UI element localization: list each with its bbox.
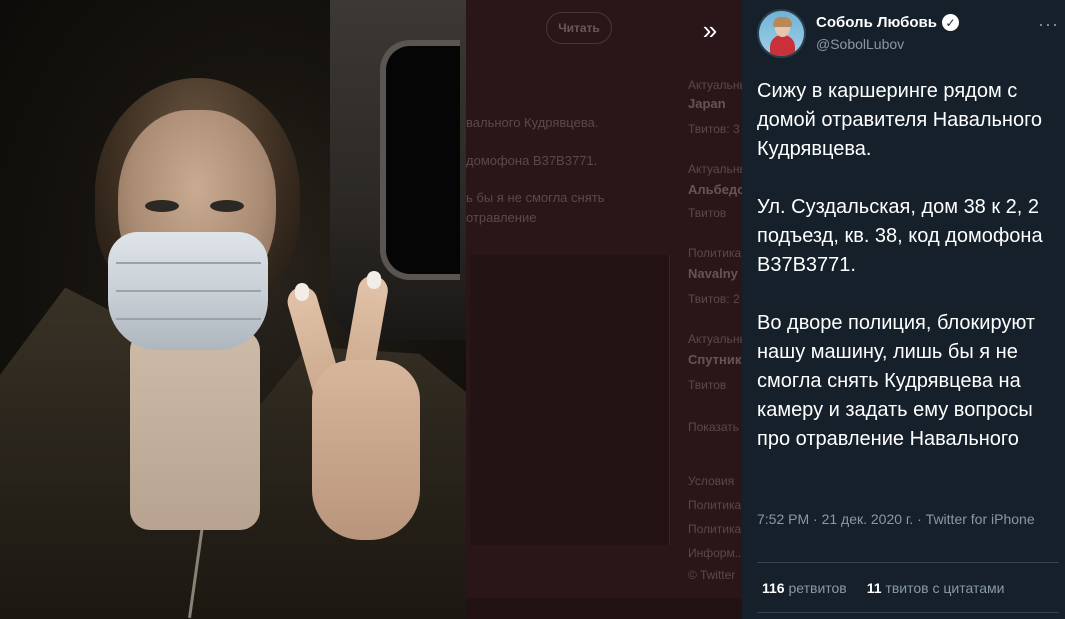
tweet-detail-panel: Соболь Любовь ✓ @SobolLubov ··· Сижу в к… [742,0,1065,619]
tweet-stats: 116 ретвитов 11 твитов с цитатами [762,580,1004,596]
verified-badge-icon: ✓ [941,14,959,31]
quotes-stat[interactable]: 11 твитов с цитатами [867,580,1005,596]
avatar-figure [770,35,795,56]
tweet-photo[interactable] [0,0,466,619]
quotes-label: твитов с цитатами [885,580,1005,596]
background-image [470,255,670,545]
background-footer-link: Политика [688,498,742,512]
background-read-button: Читать [546,12,612,44]
background-text-line: домофона В37В3771. [466,153,598,168]
fingernail [295,283,309,301]
background-trend-label: Политика [688,246,742,260]
retweets-label: ретвитов [788,580,847,596]
background-trend-sub: Твитов [688,206,727,220]
mask-pleat [116,290,261,292]
tweet-meta[interactable]: 7:52 PM · 21 дек. 2020 г. · Twitter for … [757,510,1047,529]
background-text-line: ь бы я не смогла снять [466,190,605,205]
background-show-more: Показать еще [688,420,742,434]
background-footer-link: Политика [688,522,742,536]
retweets-count: 116 [762,580,785,596]
background-footer-link: Условия [688,474,735,488]
background-text-line: отравление [466,210,537,225]
avatar[interactable] [757,9,806,58]
background-bottom-bar [466,598,742,619]
turtleneck [130,330,260,530]
background-trend-title: Japan [688,96,726,111]
fingernail [367,271,381,289]
background-footer-link: © Twitter [688,568,736,582]
left-eye [145,200,179,212]
background-trend-label: Актуальные темы [688,162,742,176]
right-eye [210,200,244,212]
background-trend-sub: Твитов: 2 [688,292,740,306]
background-trend-title: Navalny [688,266,738,281]
background-trend-label: Актуальные темы [688,332,742,346]
background-footer-link: Информ... [688,546,742,560]
background-trend-label: Актуальные темы [688,78,742,92]
background-text-line: вального Кудрявцева. [466,115,599,130]
double-chevron-right-icon[interactable]: » [694,14,726,46]
avatar-figure [773,17,792,27]
tweet-media-viewer: Читать вального Кудрявцева. домофона В37… [0,0,1065,619]
background-trend-sub: Твитов [688,378,727,392]
hand-peace-sign [312,360,420,540]
mask-pleat [116,262,261,264]
retweets-stat[interactable]: 116 ретвитов [762,580,847,596]
mask-pleat [116,318,261,320]
author-row[interactable]: Соболь Любовь ✓ [816,14,959,31]
background-trend-title: Спутник [688,352,742,367]
background-trend-sub: Твитов: 3 [688,122,740,136]
background-trend-title: Альбедо [688,182,742,197]
dimmed-background-page[interactable]: Читать вального Кудрявцева. домофона В37… [466,0,742,619]
author-handle[interactable]: @SobolLubov [816,36,904,52]
car-window [380,40,460,280]
more-horizontal-icon[interactable]: ··· [1038,14,1059,35]
tweet-text: Сижу в каршеринге рядом с домой отравите… [757,80,1043,450]
divider [757,612,1059,613]
quotes-count: 11 [866,580,882,596]
divider [757,562,1059,563]
author-name[interactable]: Соболь Любовь [816,14,937,31]
